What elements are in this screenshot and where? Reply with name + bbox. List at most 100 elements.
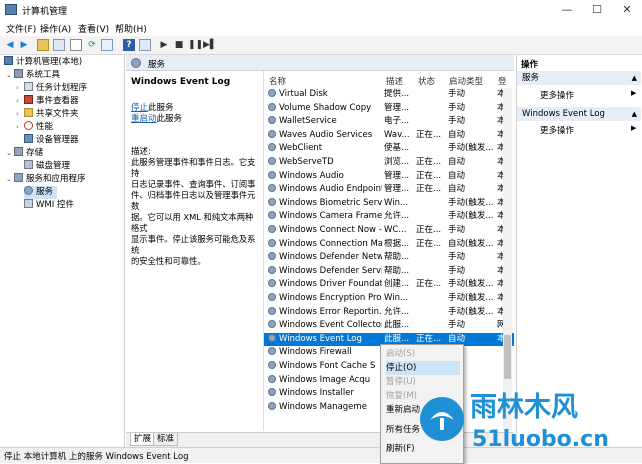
close-button[interactable]: ✕ <box>612 0 642 20</box>
chevron-right-icon[interactable]: › <box>16 95 24 108</box>
column-header-description[interactable]: 描述 <box>386 75 403 87</box>
service-name: Windows Error Reportin... <box>279 306 382 317</box>
service-cell-desc: 提供... <box>384 89 410 99</box>
tree-item-shared-folders[interactable]: › 共享文件夹 <box>16 108 79 121</box>
menu-label: 刷新(F) <box>386 444 415 454</box>
performance-icon <box>24 121 33 130</box>
service-row[interactable]: WebServeTD 浏览... 正在... 自动本 <box>264 156 514 170</box>
actions-group-services[interactable]: 服务 ▲ <box>517 71 641 85</box>
chevron-down-icon[interactable]: ⌄ <box>6 173 14 186</box>
refresh-icon[interactable]: ⟳ <box>86 39 98 51</box>
pause-service-icon[interactable]: ❚❚ <box>188 39 203 51</box>
service-row[interactable]: WalletService 电子... 手动本 <box>264 115 514 129</box>
service-row[interactable]: Windows Audio 管理... 正在... 自动本 <box>264 170 514 184</box>
scrollbar-thumb[interactable] <box>504 335 511 379</box>
collapse-up-icon[interactable]: ▲ <box>632 107 637 121</box>
service-row[interactable]: Windows Camera Frame ... 允许... 手动(触发... 本 <box>264 210 514 224</box>
shared-folder-icon <box>24 108 33 117</box>
selected-service-title: Windows Event Log <box>131 77 231 87</box>
tree-item-system-tools[interactable]: ⌄ 系统工具 <box>6 69 60 82</box>
service-row[interactable]: Windows Error Reportin... 允许... 手动(触发... 本 <box>264 306 514 320</box>
back-arrow-icon[interactable]: ◀ <box>4 39 16 51</box>
service-row[interactable]: Windows Defender Netw... 帮助... 手动本 <box>264 251 514 265</box>
service-row[interactable]: Windows Connection Ma... 根据... 正在... 自动(触发.… <box>264 238 514 252</box>
service-row[interactable]: Windows Defender Service 帮助... 手动本 <box>264 265 514 279</box>
service-name: Windows Connect Now - ... <box>279 225 382 235</box>
tree-item-performance[interactable]: › 性能 <box>16 121 53 134</box>
chevron-down-icon[interactable]: ⌄ <box>6 69 14 82</box>
service-row[interactable]: Windows Driver Foundati...创建... 正在... 手动(触… <box>264 278 514 292</box>
gear-icon <box>268 265 276 274</box>
tree-item-event-viewer[interactable]: › 事件查看器 <box>16 95 79 108</box>
menu-action[interactable]: 操作(A) <box>40 22 71 35</box>
service-row[interactable]: Windows Audio Endpoint... 管理... 正在... 自动本 <box>264 183 514 197</box>
service-cell-startup: 自动 <box>448 129 466 140</box>
tree-item-services-apps[interactable]: ⌄ 服务和应用程序 <box>6 173 86 186</box>
description-line: 的安全性和可靠性。 <box>131 256 206 266</box>
menu-help[interactable]: 帮助(H) <box>115 22 147 35</box>
column-header-startup-type[interactable]: 启动类型 <box>449 75 483 87</box>
tab-extended[interactable]: 扩展 <box>130 433 156 446</box>
description-text: 此服务管理事件和事件日志。它支持 日志记录事件、查询事件、订阅事 件、归档事件日… <box>131 157 261 267</box>
tree-item-wmi[interactable]: WMI 控件 <box>24 199 74 212</box>
show-tree-icon[interactable] <box>53 39 65 51</box>
restart-service-link[interactable]: 重启动 <box>131 114 157 124</box>
vertical-scrollbar[interactable] <box>503 88 512 431</box>
chevron-right-icon[interactable]: › <box>16 82 24 95</box>
service-row[interactable]: Volume Shadow Copy 管理... 手动本 <box>264 102 514 116</box>
service-cell-startup: 手动(触发... <box>448 143 494 154</box>
column-header-name[interactable]: 名称 <box>269 75 286 87</box>
service-row[interactable]: WebClient 使基... 手动(触发... 本 <box>264 142 514 156</box>
service-row[interactable]: Windows Event Collector 此服... 手动网 <box>264 319 514 333</box>
gear-icon <box>268 238 276 247</box>
service-cell-name: Windows Image Acqu <box>264 374 382 388</box>
column-header-status[interactable]: 状态 <box>418 75 435 87</box>
service-cell-name: Windows Biometric Servic... <box>264 197 382 211</box>
menu-stop[interactable]: 停止(O) <box>386 361 460 375</box>
more-actions-2[interactable]: 更多操作 <box>540 124 574 136</box>
forward-arrow-icon[interactable]: ▶ <box>18 39 30 51</box>
service-cell-desc: 管理... <box>384 184 410 195</box>
tree-item-device-manager[interactable]: 设备管理器 <box>24 134 79 147</box>
start-service-icon[interactable]: ▶ <box>158 39 170 51</box>
export-list-icon[interactable] <box>101 39 113 51</box>
tree-item-services[interactable]: 服务 <box>24 186 58 199</box>
tree-item-task-scheduler[interactable]: › 任务计划程序 <box>16 82 87 95</box>
properties-icon[interactable] <box>70 39 82 51</box>
service-row[interactable]: Windows Encryption Pro... Win... 手动(触发... 本 <box>264 292 514 306</box>
stop-service-icon[interactable]: ■ <box>173 39 185 51</box>
actions-group-event-log[interactable]: Windows Event Log ▲ <box>517 107 641 121</box>
service-cell-name: Windows Event Collector <box>264 319 382 333</box>
service-cell-name: Waves Audio Services <box>264 129 382 143</box>
service-row[interactable]: Waves Audio Services Wav... 正在... 自动本 <box>264 129 514 143</box>
gear-icon <box>131 58 141 68</box>
tree-root[interactable]: 计算机管理(本地) <box>4 56 82 69</box>
service-name: Windows Image Acqu <box>279 374 371 385</box>
service-cell-status: 正在... <box>416 225 442 235</box>
service-cell-startup: 手动 <box>448 116 466 127</box>
minimize-button[interactable]: — <box>552 0 582 20</box>
service-row[interactable]: Windows Biometric Servic...Win... 手动(触发..… <box>264 197 514 211</box>
menu-start[interactable]: 启动(S) <box>386 347 460 361</box>
service-row[interactable]: Windows Connect Now - ... WC... 正在... 手动本 <box>264 224 514 238</box>
help-icon[interactable]: ? <box>123 39 135 51</box>
service-name: Windows Event Collector <box>279 320 382 331</box>
chevron-right-icon[interactable]: › <box>16 108 24 121</box>
service-cell-name: Windows Error Reportin... <box>264 306 382 320</box>
column-header-logon[interactable]: 登 <box>498 75 507 87</box>
show-action-pane-icon[interactable] <box>139 39 151 51</box>
folder-up-icon[interactable] <box>37 39 49 51</box>
tree-item-disk-management[interactable]: 磁盘管理 <box>24 160 70 173</box>
collapse-up-icon[interactable]: ▲ <box>632 71 637 85</box>
tree-item-storage[interactable]: ⌄ 存储 <box>6 147 43 160</box>
chevron-right-icon[interactable]: › <box>16 121 24 134</box>
disk-icon <box>24 160 33 169</box>
maximize-button[interactable]: ☐ <box>582 0 612 20</box>
chevron-down-icon[interactable]: ⌄ <box>6 147 14 160</box>
menu-file[interactable]: 文件(F) <box>6 22 36 35</box>
menu-view[interactable]: 查看(V) <box>78 22 109 35</box>
more-actions-1[interactable]: 更多操作 <box>540 89 574 101</box>
service-row[interactable]: Virtual Disk 提供... 手动本 <box>264 88 514 102</box>
tab-standard[interactable]: 标准 <box>153 433 179 446</box>
restart-service-icon[interactable]: ▶▌ <box>203 39 217 51</box>
